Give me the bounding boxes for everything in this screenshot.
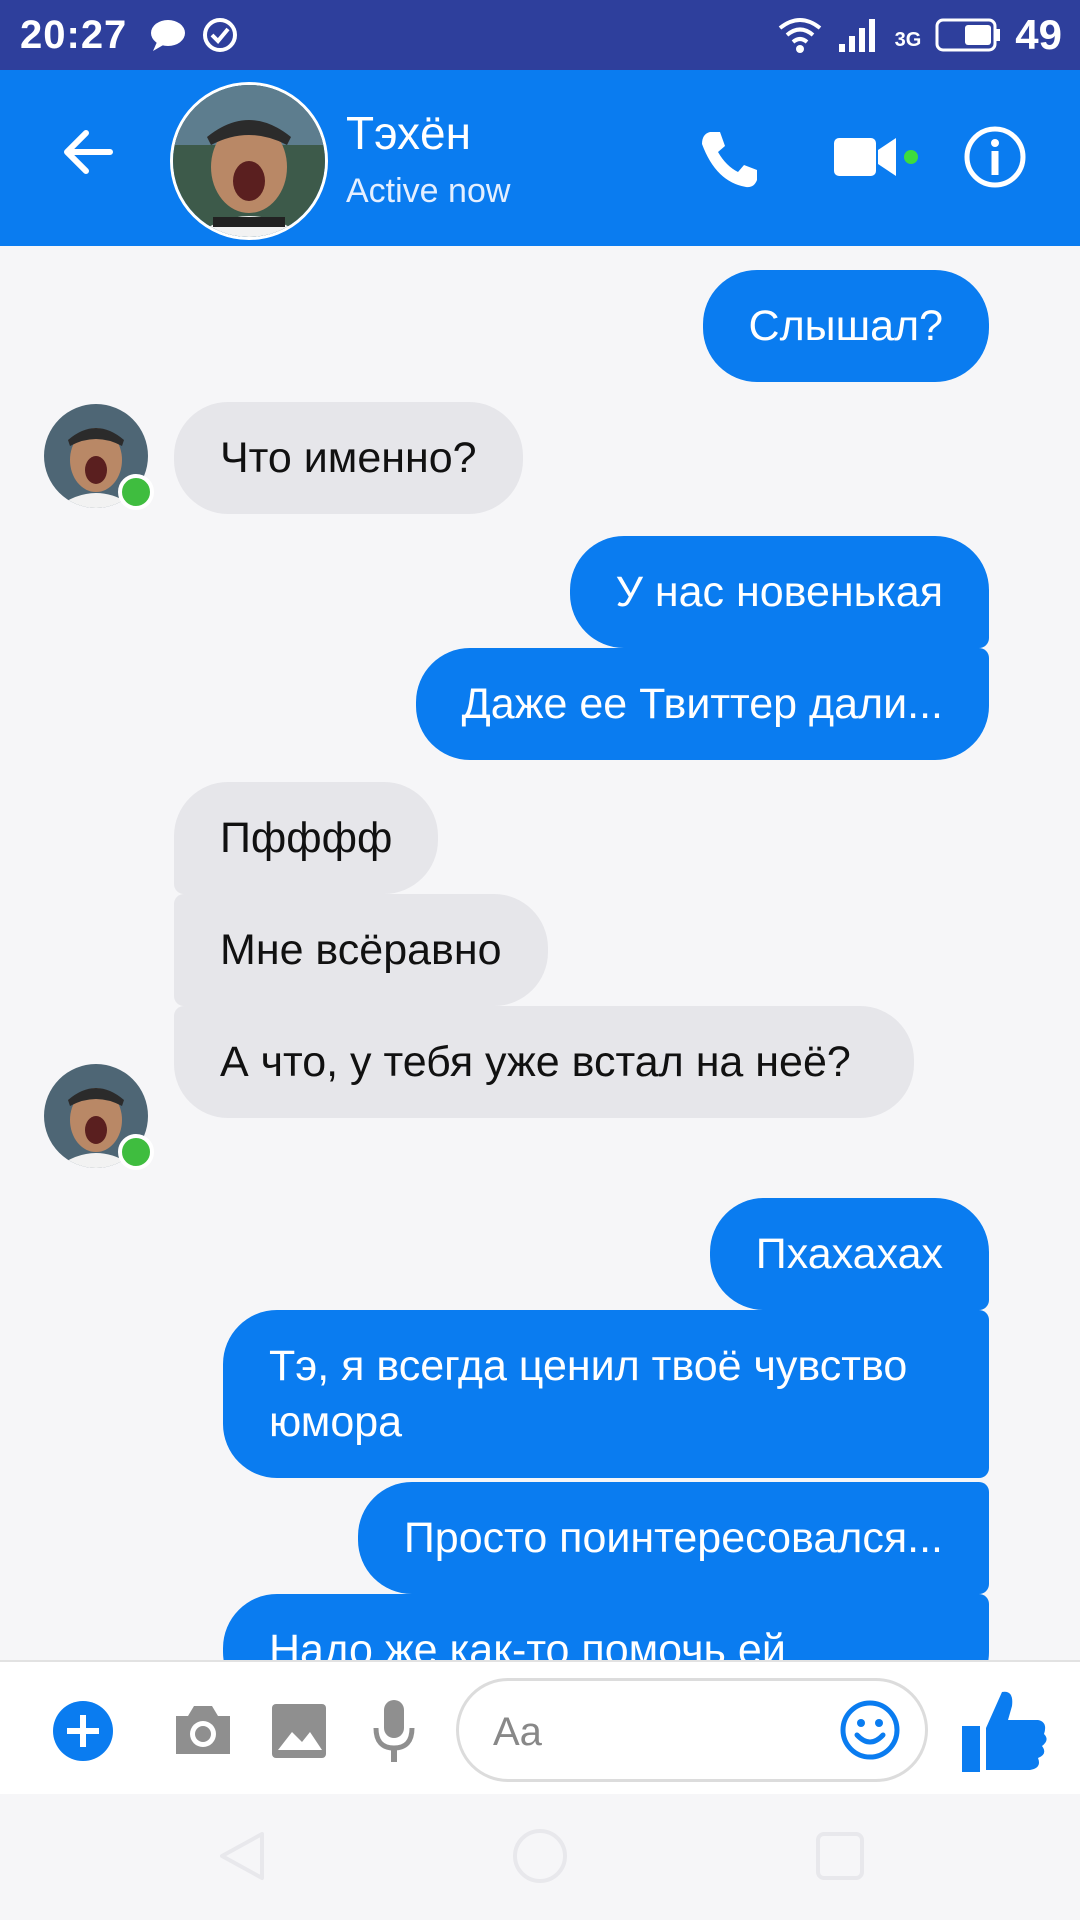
back-arrow-icon[interactable] <box>58 122 118 182</box>
signal-icon <box>838 19 875 52</box>
check-circle-icon <box>203 18 238 52</box>
message-bubble-incoming[interactable]: Пфффф <box>174 782 439 894</box>
plus-icon[interactable] <box>52 1700 114 1762</box>
message-composer <box>0 1660 1080 1796</box>
status-time: 20:27 <box>20 12 128 57</box>
status-bar: 20:27 3G 49 <box>0 0 1080 70</box>
network-type: 3G <box>894 28 922 51</box>
message-bubble-outgoing[interactable]: Тэ, я всегда ценил твоё чувство юмора <box>223 1310 989 1478</box>
battery-icon <box>935 18 1001 52</box>
gallery-icon[interactable] <box>270 1702 328 1760</box>
info-icon[interactable] <box>962 124 1028 190</box>
contact-avatar[interactable] <box>170 82 328 240</box>
battery-level: 49 <box>1015 11 1062 58</box>
message-bubble-outgoing[interactable]: Надо же как-то помочь ей <box>223 1594 989 1660</box>
message-bubble-outgoing[interactable]: Пхахахах <box>709 1198 989 1310</box>
video-online-dot <box>904 150 918 164</box>
online-status-dot <box>118 474 154 510</box>
microphone-icon[interactable] <box>370 1698 418 1764</box>
message-input-field[interactable] <box>456 1678 928 1782</box>
message-bubble-outgoing[interactable]: У нас новенькая <box>569 536 989 648</box>
video-camera-icon[interactable] <box>832 132 898 182</box>
message-input[interactable] <box>491 1703 835 1761</box>
contact-name: Тэхён <box>346 107 472 159</box>
chat-bubble-icon <box>151 20 186 51</box>
message-bubble-incoming[interactable]: А что, у тебя уже встал на неё? <box>174 1006 914 1118</box>
online-status-dot <box>118 1134 154 1170</box>
thumbs-up-icon[interactable] <box>958 1688 1050 1776</box>
nav-home-icon[interactable] <box>510 1826 570 1886</box>
message-bubble-outgoing[interactable]: Слышал? <box>702 270 989 382</box>
nav-back-icon[interactable] <box>214 1828 270 1884</box>
camera-icon[interactable] <box>172 1702 234 1758</box>
wifi-icon <box>778 18 821 53</box>
message-list[interactable]: Слышал? Что именно? У нас новенькая Даже… <box>0 246 1080 1660</box>
message-bubble-incoming[interactable]: Мне всёравно <box>174 894 548 1006</box>
active-status: Active now <box>346 172 511 210</box>
message-bubble-incoming[interactable]: Что именно? <box>174 402 523 514</box>
message-bubble-outgoing[interactable]: Просто поинтересовался... <box>357 1482 989 1594</box>
nav-recent-icon[interactable] <box>812 1828 868 1884</box>
chat-header: Тэхён Active now <box>0 70 1080 246</box>
phone-icon[interactable] <box>696 126 762 192</box>
emoji-icon[interactable] <box>839 1699 901 1761</box>
system-nav-bar <box>0 1794 1080 1920</box>
message-bubble-outgoing[interactable]: Даже ее Твиттер дали... <box>415 648 989 760</box>
